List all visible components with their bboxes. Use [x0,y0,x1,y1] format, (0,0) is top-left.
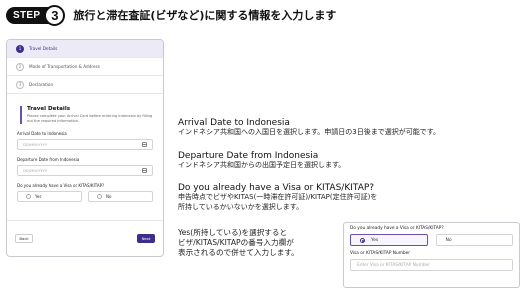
arrival-date-input[interactable]: DD/MM/YYYY [17,139,153,150]
visa-radio-group: Yes No [17,191,153,202]
yes-note: Yes(所持している)を選択すると ビザ/KITAS/KITAPの番号入力欄が … [178,228,299,258]
form-footer: Back Next [7,220,163,256]
stepper-item-declaration[interactable]: 3 Declaration [7,76,163,93]
visa-number-input[interactable]: Enter Visa or KITAS/KITAP Number [350,259,513,271]
stepper-index: 2 [16,62,24,71]
visa-number-placeholder: Enter Visa or KITAS/KITAP Number [357,262,430,268]
step-word: STEP [13,9,41,21]
departure-explanation-title: Departure Date from Indonesia [178,151,319,161]
step-title: 旅行と滞在査証(ビザなど)に関する情報を入力します [73,9,337,22]
departure-explanation-desc: インドネシア共和国からの出国予定日を選択します。 [178,161,346,169]
stepper-index: 3 [16,80,24,89]
travel-details-form: 1 Travel Details 2 Mode of Transportatio… [6,39,164,257]
stepper-item-travel-details[interactable]: 1 Travel Details [7,40,163,57]
step-header: STEP 3 旅行と滞在査証(ビザなど)に関する情報を入力します [6,4,336,26]
stepper-label: Mode of Transportation & Address [29,64,100,69]
visa-explanation: Do you already have a Visa or KITAS/KITA… [178,183,377,212]
step-number: 3 [44,4,66,26]
section-title: Travel Details [27,106,71,112]
next-button[interactable]: Next [137,234,155,243]
visa-yes-radio[interactable]: Yes [17,191,82,202]
visa-explanation-title: Do you already have a Visa or KITAS/KITA… [178,183,375,193]
arrival-explanation: Arrival Date to Indonesia インドネシア共和国への入国日… [178,118,440,138]
yes-note-line1: Yes(所持している)を選択すると [178,228,288,237]
stepper-item-transportation[interactable]: 2 Mode of Transportation & Address [7,58,163,75]
zoom-visa-no-radio[interactable]: No [435,234,513,246]
calendar-icon[interactable] [142,168,147,173]
departure-date-input[interactable]: DD/MM/YYYY [17,165,153,176]
visa-explanation-desc-line1: 申告時点でビザやKITAS(一時滞在許可証)/KITAP(定住許可証)を [178,193,378,201]
zoom-visa-radio-group: Yes No [350,234,513,246]
zoom-yes-label: Yes [371,237,379,243]
stepper-index: 1 [16,44,24,53]
visa-no-label: No [106,194,112,199]
yes-note-line3: 表示されるので併せて入力します。 [178,248,299,257]
departure-explanation: Departure Date from Indonesia インドネシア共和国か… [178,151,345,171]
calendar-icon[interactable] [142,142,147,147]
visa-yes-label: Yes [35,194,42,199]
section-header: Travel Details Please complete your Arri… [20,106,153,124]
zoom-visa-number-label: Visa or KITAS/KITAP Number [350,251,411,256]
visa-number-zoom: Do you already have a Visa or KITAS/KITA… [343,222,520,288]
stepper-label: Declaration [29,82,54,87]
departure-date-label: Departure Date from Indonesia [17,157,80,162]
arrival-explanation-title: Arrival Date to Indonesia [178,118,290,128]
section-description: Please complete your Arrival Card before… [27,114,153,123]
zoom-no-label: No [445,237,452,243]
radio-circle-icon [26,194,31,199]
zoom-visa-yes-radio[interactable]: Yes [350,234,428,246]
visa-question-label: Do you already have a Visa or KITAS/KITA… [17,183,105,188]
step-badge: STEP 3 [6,4,66,26]
yes-note-line2: ビザ/KITAS/KITAPの番号入力欄が [178,238,294,247]
arrival-explanation-desc: インドネシア共和国への入国日を選択します。申請日の3日後まで選択が可能です。 [178,128,441,136]
radio-selected-icon [360,237,365,243]
visa-no-radio[interactable]: No [88,191,153,202]
stepper-label: Travel Details [29,46,58,51]
zoom-visa-question: Do you already have a Visa or KITAS/KITA… [350,226,444,231]
departure-date-placeholder: DD/MM/YYYY [23,168,48,173]
arrival-date-label: Arrival Date to Indonesia [17,131,67,136]
visa-explanation-desc-line2: 所持しているかいないかを選択します。 [178,202,304,211]
radio-circle-icon [97,194,102,199]
back-button[interactable]: Back [15,234,33,243]
arrival-date-placeholder: DD/MM/YYYY [23,142,48,147]
